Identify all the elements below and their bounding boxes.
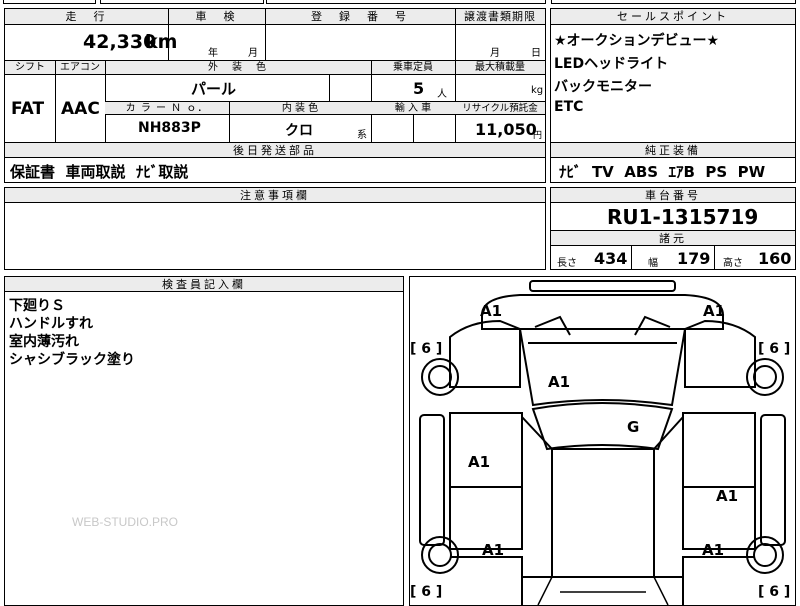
vehicle-diagram-block: A1 A1 A1 G A1 A1 A1 A1 [ 6 ] [ 6 ] [ 6 ]… [409, 276, 796, 606]
inspection-year-label: 年 [208, 48, 218, 59]
recycle-deposit-header: リサイクル預託金 [455, 102, 545, 115]
tread-front-right: [ 6 ] [758, 341, 791, 357]
inspector-notes-header: 検査員記入欄 [5, 277, 403, 292]
ac-value: AAC [61, 99, 100, 119]
mark-front-left: A1 [480, 302, 503, 320]
capacity-header: 乗車定員 [371, 61, 455, 75]
chassis-block: 車台番号 RU1-1315719 諸元 長さ 434 幅 179 高さ 160 [550, 187, 796, 270]
top-strip-cell [3, 0, 96, 4]
notes-header: 注意事項欄 [5, 188, 545, 203]
sales-point-line: ETC [554, 99, 584, 115]
tread-front-left: [ 6 ] [410, 341, 443, 357]
color-no-header: カ ラ ー Ｎ ｏ． [105, 102, 229, 115]
color-no-value: NH883P [138, 120, 201, 136]
mileage-unit: km [145, 31, 178, 53]
mark-left-front-door: A1 [468, 453, 491, 471]
interior-color-value: クロ [285, 123, 313, 139]
ac-header: エアコン [55, 61, 105, 75]
capacity-unit: 人 [437, 89, 447, 100]
interior-color-suffix: 系 [357, 130, 367, 141]
sales-point-block: セールスポイント ★オークションデビュー★ LEDヘッドライト バックモニター … [550, 8, 796, 143]
mark-front-right: A1 [703, 302, 726, 320]
notes-block: 注意事項欄 [4, 187, 546, 270]
top-strip-cell [551, 0, 796, 4]
mark-rear-left: A1 [482, 541, 505, 559]
transfer-day-label: 日 [531, 48, 541, 59]
height-value: 160 [758, 249, 792, 268]
recycle-deposit-unit: 円 [533, 131, 543, 141]
recycle-deposit-value: 11,050 [475, 120, 537, 139]
width-value: 179 [677, 249, 711, 268]
inspection-month-label: 月 [248, 48, 258, 59]
transfer-deadline-header: 譲渡書類期限 [455, 9, 545, 25]
tread-rear-right: [ 6 ] [758, 584, 791, 600]
mark-right-rear-door: A1 [716, 487, 739, 505]
length-value: 434 [594, 249, 628, 268]
sales-point-line: ★オークションデビュー★ [554, 33, 720, 49]
inspector-note-line: 室内薄汚れ [9, 334, 79, 350]
max-load-header: 最大積載量 [455, 61, 545, 75]
exterior-color-header: 外 装 色 [105, 61, 371, 75]
inspector-note-line: 下廻りＳ [9, 298, 65, 314]
inspector-notes-block: 検査員記入欄 下廻りＳ ハンドルすれ 室内薄汚れ シャシブラック塗り [4, 276, 404, 606]
inspection-header: 車 検 [168, 9, 265, 25]
mileage-header: 走 行 [5, 9, 168, 25]
shift-header: シフト [5, 61, 55, 75]
later-parts-value: 保証書 車両取説 ﾅﾋﾞ取説 [10, 163, 189, 181]
chassis-header: 車台番号 [551, 188, 795, 203]
width-label: 幅 [648, 258, 658, 269]
max-load-unit: kg [531, 85, 544, 96]
height-label: 高さ [723, 258, 743, 269]
sales-point-header: セールスポイント [551, 9, 795, 25]
registration-header: 登 録 番 号 [265, 9, 455, 25]
watermark: WEB-STUDIO.PRO [72, 515, 179, 529]
later-parts-block: 後日発送部品 保証書 車両取説 ﾅﾋﾞ取説 [4, 142, 546, 183]
equipment-value: ﾅﾋﾞ TV ABS ｴｱB PS PW [559, 163, 766, 181]
exterior-color-value: パール [191, 80, 237, 98]
mark-hood: A1 [548, 373, 571, 391]
transfer-month-label: 月 [490, 48, 500, 59]
sales-point-line: バックモニター [554, 79, 652, 95]
tread-rear-left: [ 6 ] [410, 584, 443, 600]
length-label: 長さ [557, 258, 577, 269]
dimensions-header: 諸元 [551, 230, 795, 246]
top-strip-cell [266, 0, 546, 4]
spec-block: 走 行 車 検 登 録 番 号 譲渡書類期限 42,330 km 年 月 月 日… [4, 8, 546, 143]
equipment-block: 純正装備 ﾅﾋﾞ TV ABS ｴｱB PS PW [550, 142, 796, 183]
inspector-note-line: ハンドルすれ [9, 316, 93, 332]
mark-windshield: G [627, 418, 640, 436]
capacity-value: 5 [413, 79, 425, 98]
sales-point-line: LEDヘッドライト [554, 56, 669, 72]
vehicle-diagram [419, 280, 786, 605]
shift-value: FAT [11, 99, 45, 119]
top-strip-cell [100, 0, 264, 4]
interior-color-header: 内 装 色 [229, 102, 371, 115]
mark-rear-right: A1 [702, 541, 725, 559]
inspector-note-line: シャシブラック塗り [9, 352, 135, 368]
import-header: 輸 入 車 [371, 102, 455, 115]
equipment-header: 純正装備 [551, 143, 795, 158]
later-parts-header: 後日発送部品 [5, 143, 545, 158]
chassis-number: RU1-1315719 [607, 205, 759, 229]
